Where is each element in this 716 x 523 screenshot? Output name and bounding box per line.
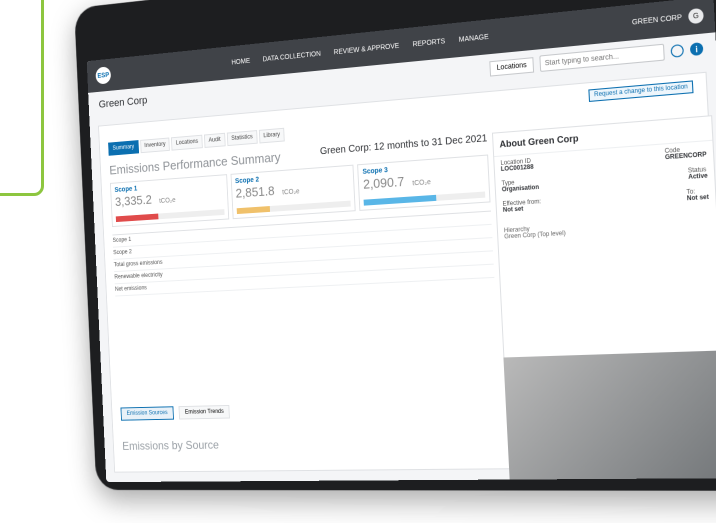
summary-main: Emissions Performance Summary Green Corp… xyxy=(109,133,500,398)
screen: ESP HOME DATA COLLECTION REVIEW & APPROV… xyxy=(86,0,716,483)
org-title: Green Corp xyxy=(98,94,148,111)
tab-summary[interactable]: Summary xyxy=(108,140,139,156)
kv-location: Location ID LOC001288 xyxy=(500,158,533,173)
bottom-tabs: Emission Sources Emission Trends xyxy=(120,404,231,421)
scope-bar xyxy=(236,200,352,215)
value: Active xyxy=(688,173,708,181)
nav-data-collection[interactable]: DATA COLLECTION xyxy=(262,50,320,63)
search-input[interactable] xyxy=(539,43,665,72)
value: Not set xyxy=(502,206,524,214)
tab-statistics[interactable]: Statistics xyxy=(226,130,258,147)
performance-table: Scope 1 Scope 2 Total gross emissions Re… xyxy=(112,210,495,297)
emissions-by-source-title: Emissions by Source xyxy=(122,438,220,453)
tab-audit[interactable]: Audit xyxy=(203,132,226,148)
scope-bar-fill xyxy=(363,194,437,206)
table-row-label: Scope 2 xyxy=(113,249,132,257)
scope-unit: tCO₂e xyxy=(282,188,300,197)
scope-card-2[interactable]: Scope 2 2,851.8 tCO₂e xyxy=(230,164,356,220)
user-menu[interactable]: GREEN CORP G xyxy=(631,7,704,30)
kv-status: Status Active xyxy=(688,167,708,181)
green-frame xyxy=(0,0,44,196)
nav-manage[interactable]: MANAGE xyxy=(459,33,489,43)
locations-select[interactable]: Locations xyxy=(489,56,535,77)
scope-card-1[interactable]: Scope 1 3,335.2 tCO₂e xyxy=(109,174,229,228)
map-area[interactable] xyxy=(503,350,716,483)
value: Not set xyxy=(686,194,710,203)
user-avatar[interactable]: G xyxy=(687,7,704,25)
user-name: GREEN CORP xyxy=(631,13,683,27)
scope-unit: tCO₂e xyxy=(412,179,431,188)
request-change-button[interactable]: Request a change to this location xyxy=(588,80,694,102)
tab-locations[interactable]: Locations xyxy=(171,134,203,151)
scope-value: 3,335.2 xyxy=(114,192,153,209)
scope-value: 2,851.8 xyxy=(235,183,275,201)
tab-library[interactable]: Library xyxy=(258,127,285,144)
value: Organisation xyxy=(501,184,540,194)
nav-review-approve[interactable]: REVIEW & APPROVE xyxy=(334,42,400,56)
app-logo[interactable]: ESP xyxy=(95,66,112,85)
tab-emission-sources[interactable]: Emission Sources xyxy=(120,406,175,421)
value: LOC001288 xyxy=(500,164,534,174)
scope-value: 2,090.7 xyxy=(362,173,405,192)
table-row-label: Scope 1 xyxy=(112,237,132,244)
kv-code: Code GREENCORP xyxy=(665,146,707,162)
kv-effective-from: Effective from: Not set xyxy=(502,199,541,214)
hierarchy: Hierarchy Green Corp (Top level) xyxy=(504,216,711,241)
scope-bar-fill xyxy=(236,206,271,215)
nav-reports[interactable]: REPORTS xyxy=(412,38,445,48)
table-row-label: Renewable electricity xyxy=(114,272,163,281)
table-row-label: Net emissions xyxy=(114,285,148,293)
table-row-label: Total gross emissions xyxy=(113,259,163,269)
scope-bar-fill xyxy=(115,213,159,223)
content-panel: Request a change to this location Summar… xyxy=(98,71,716,483)
tab-emission-trends[interactable]: Emission Trends xyxy=(178,404,231,420)
scope-card-3[interactable]: Scope 3 2,090.7 tCO₂e xyxy=(357,154,491,211)
scope-bar xyxy=(363,191,486,206)
nav-home[interactable]: HOME xyxy=(231,57,250,66)
kv-type: Type Organisation xyxy=(501,179,540,194)
kv-to: To: Not set xyxy=(686,188,709,202)
favorite-icon[interactable] xyxy=(670,43,685,58)
info-icon[interactable]: i xyxy=(689,42,704,57)
tab-inventory[interactable]: Inventory xyxy=(139,137,171,154)
scope-unit: tCO₂e xyxy=(159,197,176,205)
scope-bar xyxy=(115,209,225,223)
